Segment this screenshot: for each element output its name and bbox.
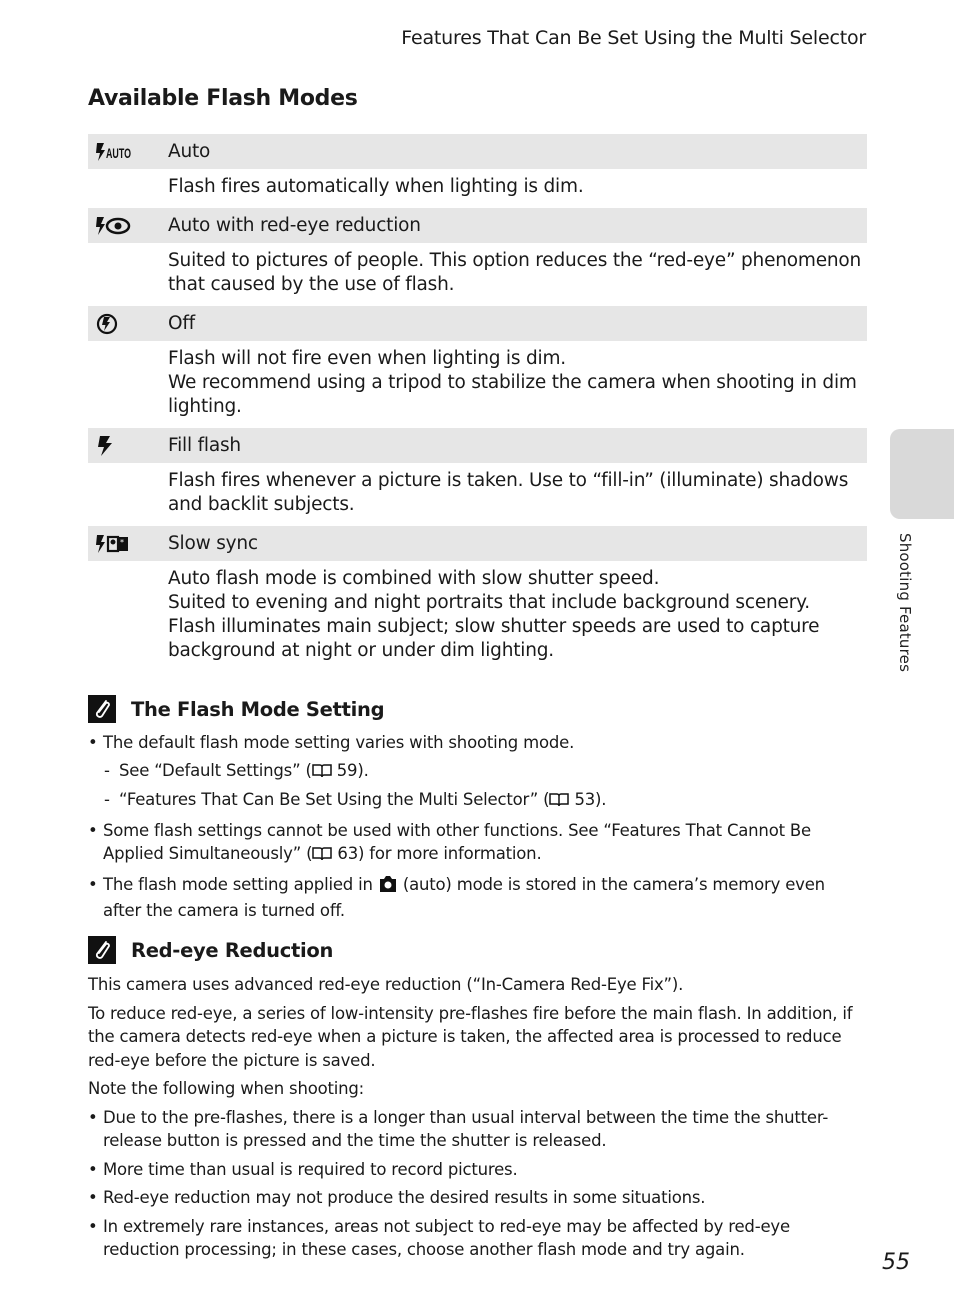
running-header: Features That Can Be Set Using the Multi… bbox=[401, 27, 866, 49]
mode-name: Auto with red-eye reduction bbox=[168, 215, 421, 236]
mode-row-fill-flash: Fill flash Flash fires whenever a pictur… bbox=[88, 428, 867, 526]
chapter-tab bbox=[890, 429, 954, 519]
book-reference-icon bbox=[311, 761, 332, 785]
bullet-item: More time than usual is required to reco… bbox=[88, 1158, 867, 1182]
camera-auto-mode-icon bbox=[378, 875, 398, 900]
mode-name: Slow sync bbox=[168, 533, 258, 554]
note-red-eye-reduction: Red-eye Reduction This camera uses advan… bbox=[88, 935, 867, 1262]
mode-description: We recommend using a tripod to stabilize… bbox=[168, 372, 857, 417]
bullet-item: In extremely rare instances, areas not s… bbox=[88, 1215, 867, 1262]
mode-name: Off bbox=[168, 313, 195, 334]
flash-red-eye-icon bbox=[88, 216, 168, 236]
mode-description: Flash fires whenever a picture is taken.… bbox=[168, 470, 849, 515]
sub-item: “Features That Can Be Set Using the Mult… bbox=[88, 788, 867, 814]
paperclip-note-icon bbox=[88, 936, 116, 964]
paperclip-note-icon bbox=[88, 695, 116, 723]
mode-row-auto: AUTO Auto Flash fires automatically when… bbox=[88, 134, 867, 208]
note-flash-mode-setting: The Flash Mode Setting The default flash… bbox=[88, 694, 867, 923]
text: See “Default Settings” ( bbox=[119, 760, 312, 780]
paragraph: To reduce red-eye, a series of low-inten… bbox=[88, 1003, 853, 1070]
mode-name: Fill flash bbox=[168, 435, 241, 456]
paragraph: Note the following when shooting: bbox=[88, 1079, 365, 1098]
bullet-item: Red-eye reduction may not produce the de… bbox=[88, 1186, 867, 1210]
flash-auto-icon: AUTO bbox=[88, 142, 168, 162]
bullet-item: The flash mode setting applied in (auto)… bbox=[88, 873, 867, 923]
mode-description: Auto flash mode is combined with slow sh… bbox=[168, 568, 660, 589]
bullet-item: Some flash settings cannot be used with … bbox=[88, 819, 867, 868]
note-title: Red-eye Reduction bbox=[131, 938, 334, 962]
paragraph: This camera uses advanced red-eye reduct… bbox=[88, 975, 684, 994]
page-ref: 53). bbox=[569, 790, 607, 809]
mode-description: Suited to evening and night portraits th… bbox=[168, 592, 810, 613]
page-number: 55 bbox=[882, 1250, 910, 1275]
mode-row-off: Off Flash will not fire even when lighti… bbox=[88, 306, 867, 428]
flash-off-icon bbox=[88, 313, 168, 335]
svg-text:*: * bbox=[120, 538, 124, 547]
mode-row-slow-sync: * Slow sync Auto flash mode is combined … bbox=[88, 526, 867, 672]
mode-description: Flash illuminates main subject; slow shu… bbox=[168, 616, 820, 661]
sub-item: See “Default Settings” ( 59). bbox=[88, 759, 867, 785]
book-reference-icon bbox=[549, 790, 570, 814]
page-ref: 63) for more information. bbox=[332, 844, 542, 863]
mode-description: Flash will not fire even when lighting i… bbox=[168, 348, 566, 369]
mode-row-red-eye: Auto with red-eye reduction Suited to pi… bbox=[88, 208, 867, 306]
bullet-item: The default flash mode setting varies wi… bbox=[88, 731, 867, 755]
mode-name: Auto bbox=[168, 141, 211, 162]
mode-description: Suited to pictures of people. This optio… bbox=[168, 250, 862, 295]
slow-sync-icon: * bbox=[88, 534, 168, 554]
svg-text:AUTO: AUTO bbox=[106, 145, 131, 161]
mode-description: Flash fires automatically when lighting … bbox=[168, 176, 584, 197]
page-ref: 59). bbox=[331, 760, 369, 780]
chapter-label: Shooting Features bbox=[896, 533, 914, 673]
text: The flash mode setting applied in bbox=[103, 874, 378, 894]
note-title: The Flash Mode Setting bbox=[131, 697, 385, 721]
flash-modes-table: AUTO Auto Flash fires automatically when… bbox=[88, 134, 867, 672]
fill-flash-icon bbox=[88, 435, 168, 457]
book-reference-icon bbox=[312, 844, 333, 868]
section-title: Available Flash Modes bbox=[88, 86, 358, 111]
text: “Features That Can Be Set Using the Mult… bbox=[119, 790, 550, 809]
bullet-item: Due to the pre-flashes, there is a longe… bbox=[88, 1106, 867, 1153]
